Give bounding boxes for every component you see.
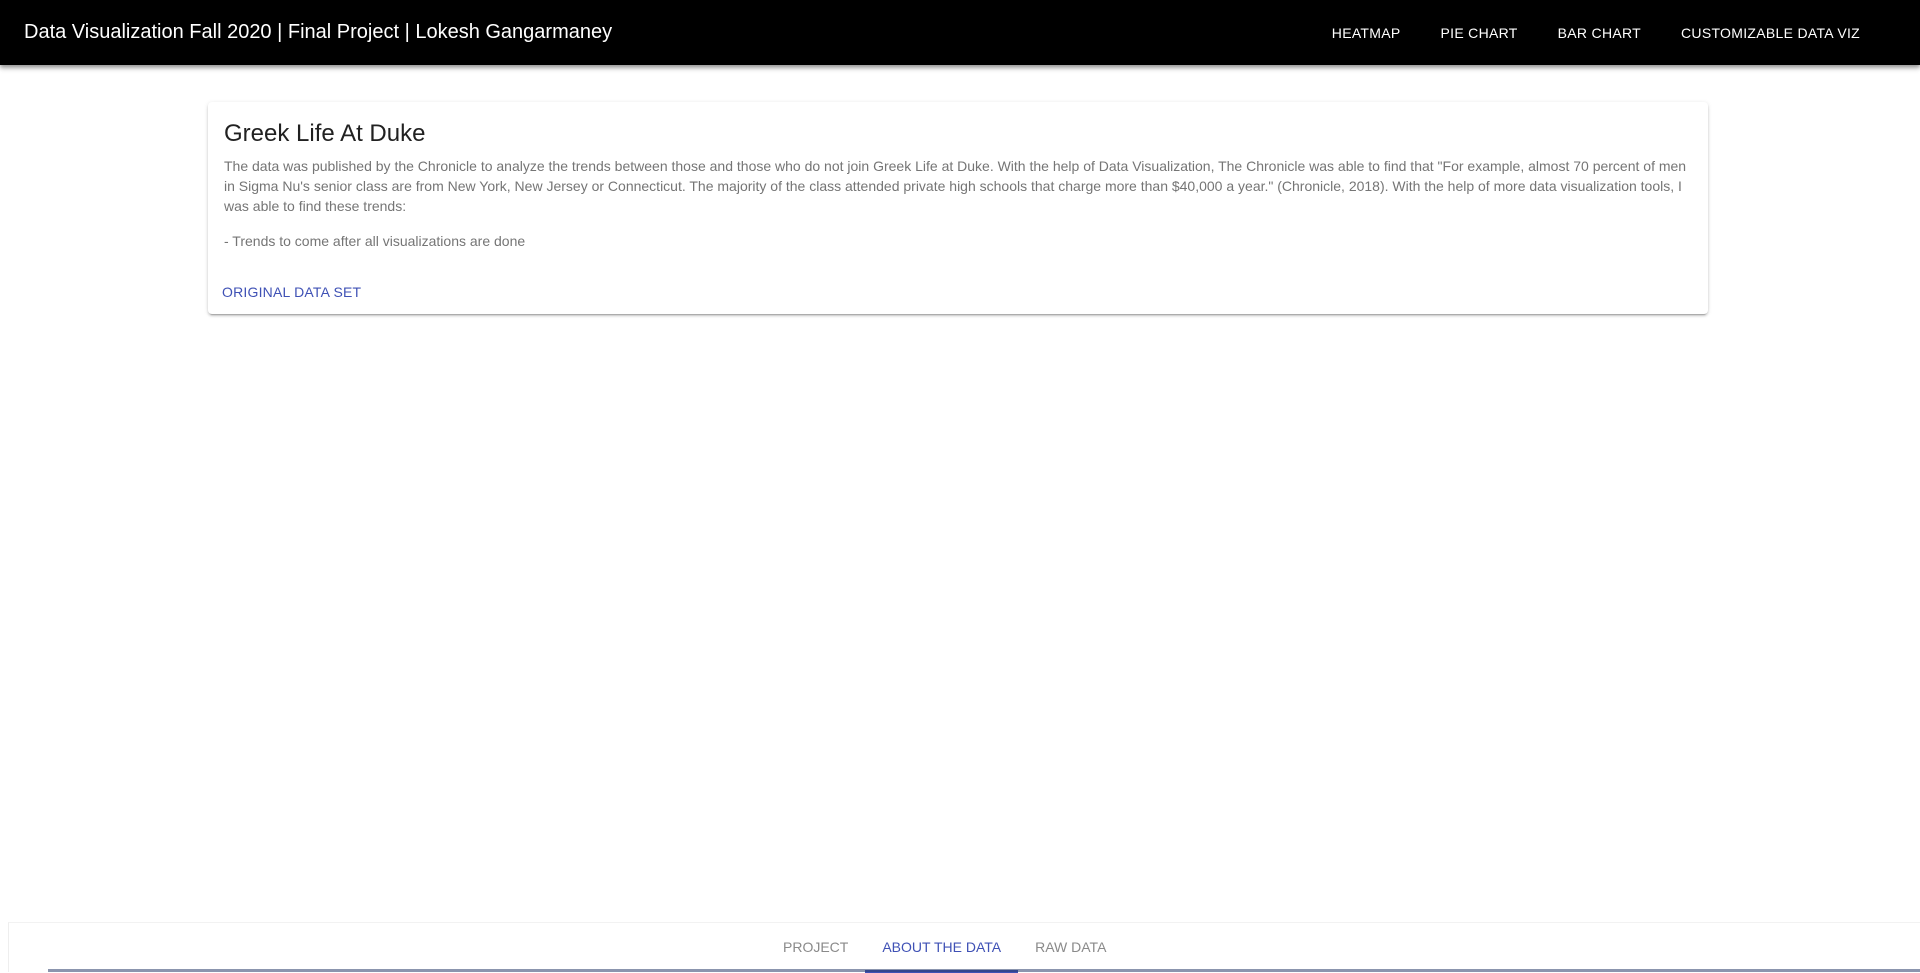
card-paragraph: The data was published by the Chronicle … — [224, 158, 1687, 214]
nav-heatmap-button[interactable]: HEATMAP — [1312, 15, 1421, 51]
tab-raw-data[interactable]: RAW DATA — [1018, 923, 1123, 973]
tab-about-the-data[interactable]: ABOUT THE DATA — [865, 923, 1018, 973]
card-title: Greek Life At Duke — [224, 120, 426, 147]
app-bar: Data Visualization Fall 2020 | Final Pro… — [0, 0, 1920, 65]
nav-bar-chart-button[interactable]: BAR CHART — [1538, 15, 1661, 51]
tab-project[interactable]: PROJECT — [766, 923, 865, 973]
about-card: Greek Life At Duke The data was publishe… — [208, 102, 1708, 314]
top-nav: HEATMAP PIE CHART BAR CHART CUSTOMIZABLE… — [1312, 0, 1880, 65]
nav-pie-chart-button[interactable]: PIE CHART — [1421, 15, 1538, 51]
nav-customizable-data-viz-button[interactable]: CUSTOMIZABLE DATA VIZ — [1661, 15, 1880, 51]
tab-bar: PROJECT ABOUT THE DATA RAW DATA — [766, 923, 1123, 973]
app-title: Data Visualization Fall 2020 | Final Pro… — [24, 21, 613, 43]
original-data-set-link[interactable]: ORIGINAL DATA SET — [216, 280, 367, 304]
bottom-navigation: PROJECT ABOUT THE DATA RAW DATA — [8, 922, 1920, 973]
card-text: The data was published by the Chronicle … — [224, 156, 1694, 266]
card-paragraph: - Trends to come after all visualization… — [224, 233, 526, 249]
